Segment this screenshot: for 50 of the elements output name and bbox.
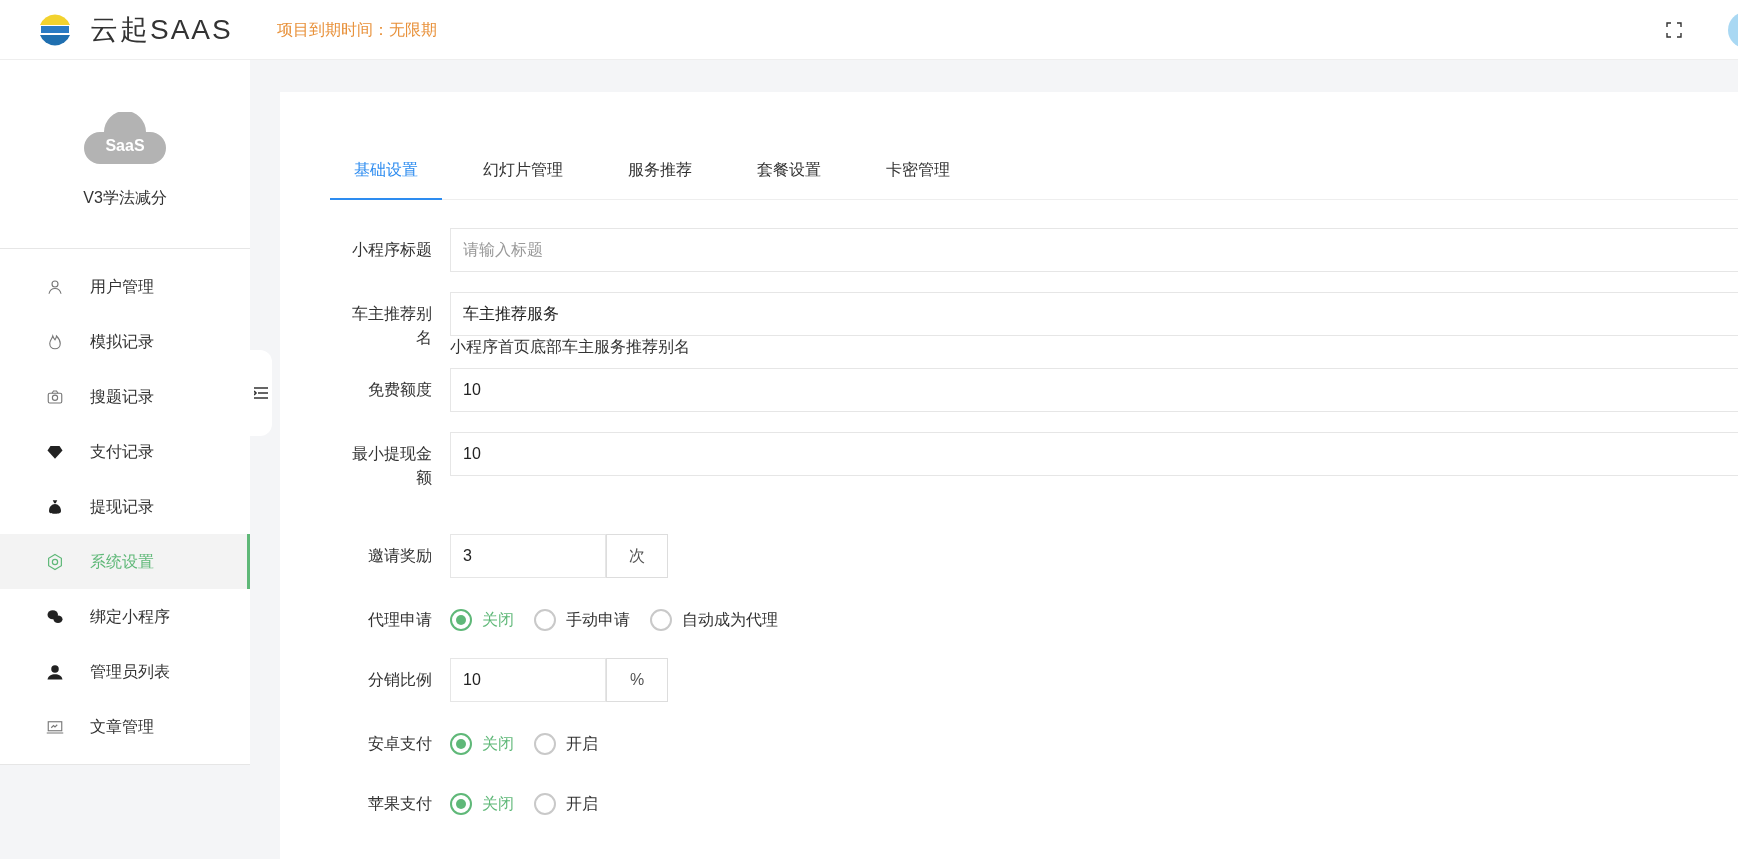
- help-text: 小程序首页底部车主服务推荐别名: [450, 337, 691, 357]
- settings-icon: [46, 552, 64, 571]
- flame-icon: [46, 332, 64, 351]
- radio-option[interactable]: 开启: [534, 792, 598, 816]
- tab[interactable]: 卡密管理: [862, 142, 974, 200]
- user-icon: [46, 662, 64, 681]
- collapse-handle[interactable]: [250, 350, 272, 436]
- radio-option[interactable]: 开启: [534, 732, 598, 756]
- sidebar-item[interactable]: 搜题记录: [0, 369, 250, 424]
- field-label: 代理申请: [367, 610, 432, 630]
- menu-icon: [254, 387, 268, 399]
- chat-bubbles-icon: [46, 607, 64, 626]
- tab[interactable]: 基础设置: [330, 142, 442, 200]
- cloud-logo: SaaS: [84, 112, 166, 164]
- field-label: 免费额度: [367, 380, 432, 400]
- radio-option[interactable]: 手动申请: [534, 608, 630, 632]
- logo-icon: [38, 12, 72, 47]
- text-field[interactable]: 请输入标题: [450, 228, 1738, 272]
- unit-label: %: [606, 658, 668, 702]
- tab[interactable]: 幻灯片管理: [459, 142, 587, 200]
- money-bag-icon: [46, 497, 64, 516]
- sidebar-item[interactable]: 提现记录: [0, 479, 250, 534]
- sidebar-item[interactable]: 绑定小程序: [0, 589, 250, 644]
- field-label: 最小提现金额: [351, 444, 432, 488]
- field-label: 小程序标题: [351, 240, 432, 260]
- app-title: 云起SAAS: [90, 12, 233, 47]
- field-label: 安卓支付: [367, 734, 432, 754]
- sidebar-item[interactable]: 文章管理: [0, 699, 250, 754]
- sidebar-item[interactable]: 用户管理: [0, 259, 250, 314]
- app-name: V3学法减分: [83, 188, 167, 208]
- text-field[interactable]: 10: [450, 368, 1738, 412]
- sidebar-item[interactable]: 管理员列表: [0, 644, 250, 699]
- person-icon: [46, 277, 64, 296]
- field-label: 分销比例: [367, 670, 432, 690]
- expiry-text: 项目到期时间：无限期: [276, 19, 437, 40]
- tab[interactable]: 服务推荐: [604, 142, 716, 200]
- sidebar-item[interactable]: 支付记录: [0, 424, 250, 479]
- fullscreen-icon[interactable]: [1666, 21, 1682, 38]
- field-label: 邀请奖励: [367, 546, 432, 566]
- text-field[interactable]: 10: [450, 432, 1738, 476]
- camera-icon: [46, 387, 64, 406]
- sidebar-item[interactable]: 模拟记录: [0, 314, 250, 369]
- field-label: 苹果支付: [367, 794, 432, 814]
- text-field[interactable]: 车主推荐服务: [450, 292, 1738, 336]
- tab[interactable]: 套餐设置: [733, 142, 845, 200]
- field-label: 车主推荐别名: [351, 304, 432, 348]
- number-field[interactable]: 3: [450, 534, 606, 578]
- radio-option[interactable]: 自动成为代理: [650, 608, 778, 632]
- number-field[interactable]: 10: [450, 658, 606, 702]
- unit-label: 次: [606, 534, 668, 578]
